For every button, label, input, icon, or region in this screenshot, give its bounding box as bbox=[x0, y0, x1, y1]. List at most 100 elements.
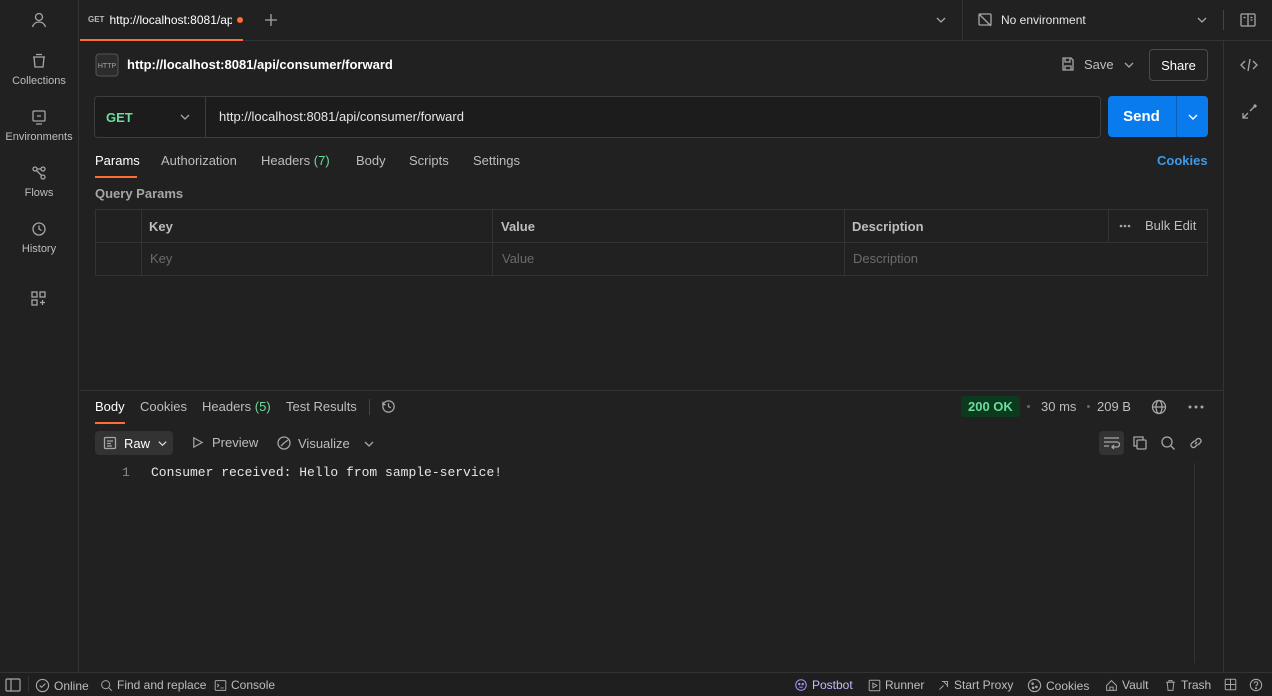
tab-headers-count: (7) bbox=[313, 153, 330, 168]
vault-button[interactable]: Vault bbox=[1105, 678, 1148, 692]
code-snippet-icon[interactable] bbox=[1240, 57, 1258, 73]
trash-button[interactable]: Trash bbox=[1164, 678, 1211, 692]
response-tab-test-results[interactable]: Test Results bbox=[286, 399, 357, 414]
send-dropdown-button[interactable] bbox=[1176, 96, 1208, 137]
view-dropdown-icon[interactable] bbox=[363, 438, 375, 450]
tab-headers[interactable]: Headers (7) bbox=[261, 153, 330, 168]
environment-dropdown-icon[interactable] bbox=[1196, 14, 1208, 26]
response-tab-body[interactable]: Body bbox=[95, 399, 125, 414]
tab-scripts[interactable]: Scripts bbox=[409, 153, 449, 168]
more-options-icon[interactable] bbox=[1119, 224, 1131, 228]
tab-authorization[interactable]: Authorization bbox=[161, 153, 237, 168]
cookie-icon bbox=[1027, 678, 1042, 693]
url-input[interactable]: http://localhost:8081/api/consumer/forwa… bbox=[219, 109, 464, 124]
request-tab[interactable]: GET http://localhost:8081/ap bbox=[80, 0, 243, 41]
method-select[interactable]: GET bbox=[95, 97, 206, 137]
send-button[interactable]: Send bbox=[1108, 96, 1175, 137]
active-tab-indicator bbox=[95, 176, 137, 178]
preview-label: Preview bbox=[212, 435, 259, 450]
bulk-edit-button[interactable]: Bulk Edit bbox=[1145, 218, 1196, 233]
preview-button[interactable]: Preview bbox=[191, 435, 258, 450]
visualize-button[interactable]: Visualize bbox=[276, 435, 350, 451]
sidebar-item-label: History bbox=[21, 243, 57, 255]
help-icon[interactable] bbox=[1249, 678, 1263, 692]
status-bar: Online Find and replace Console Postbot … bbox=[0, 672, 1272, 696]
more-options-icon[interactable] bbox=[1188, 405, 1204, 409]
response-scrollbar[interactable] bbox=[1194, 463, 1208, 663]
save-button[interactable]: Save bbox=[1060, 56, 1114, 72]
divider bbox=[369, 399, 370, 415]
raw-view-button[interactable]: Raw bbox=[95, 431, 173, 455]
layout-icon[interactable] bbox=[1224, 678, 1237, 691]
add-workbench-icon[interactable] bbox=[30, 290, 48, 308]
line-number: 1 bbox=[122, 465, 130, 480]
response-time[interactable]: 30 ms bbox=[1041, 399, 1076, 414]
tab-params[interactable]: Params bbox=[95, 153, 140, 168]
trash-icon bbox=[1166, 679, 1175, 691]
user-icon[interactable] bbox=[29, 10, 49, 30]
save-dropdown-icon[interactable] bbox=[1123, 59, 1135, 71]
search-icon bbox=[101, 679, 113, 691]
console-icon bbox=[214, 679, 227, 691]
svg-text:HTTP: HTTP bbox=[98, 63, 117, 70]
tab-body[interactable]: Body bbox=[356, 153, 386, 168]
response-size[interactable]: 209 B bbox=[1097, 399, 1131, 414]
http-request-icon: HTTP bbox=[95, 53, 119, 77]
sidebar-item-environments[interactable]: Environments bbox=[0, 108, 78, 160]
left-sidebar: Collections Environments Flows History bbox=[0, 0, 79, 672]
status-badge[interactable]: 200 OK bbox=[961, 396, 1020, 417]
response-divider[interactable] bbox=[80, 390, 1223, 391]
cookies-label: Cookies bbox=[1046, 678, 1090, 693]
flows-icon bbox=[32, 166, 46, 180]
response-tab-cookies[interactable]: Cookies bbox=[140, 399, 187, 414]
response-tab-headers[interactable]: Headers (5) bbox=[202, 399, 271, 414]
toggle-sidebar-icon[interactable] bbox=[5, 678, 21, 692]
visualize-label: Visualize bbox=[298, 435, 350, 451]
request-name[interactable]: http://localhost:8081/api/consumer/forwa… bbox=[127, 57, 393, 72]
sidebar-item-label: Collections bbox=[12, 75, 66, 87]
sidebar-item-collections[interactable]: Collections bbox=[0, 52, 78, 104]
console-button[interactable]: Console bbox=[214, 678, 275, 692]
play-icon bbox=[193, 436, 204, 449]
find-and-replace-button[interactable]: Find and replace bbox=[100, 678, 206, 692]
environment-quick-look-icon[interactable] bbox=[1239, 11, 1257, 29]
cookies-link[interactable]: Cookies bbox=[1157, 153, 1208, 168]
tab-settings[interactable]: Settings bbox=[473, 153, 520, 168]
no-environment-icon bbox=[978, 13, 992, 27]
link-icon[interactable] bbox=[1188, 435, 1204, 451]
query-params-table: Key Value Description Bulk Edit Key Valu… bbox=[95, 209, 1208, 276]
sidebar-item-flows[interactable]: Flows bbox=[0, 164, 78, 216]
vault-icon bbox=[1106, 679, 1117, 691]
console-label: Console bbox=[231, 678, 276, 692]
wrap-lines-button[interactable] bbox=[1099, 431, 1124, 455]
globe-icon[interactable] bbox=[1151, 399, 1167, 415]
raw-label: Raw bbox=[124, 435, 151, 451]
copy-icon[interactable] bbox=[1132, 435, 1148, 451]
postbot-button[interactable]: Postbot bbox=[794, 678, 853, 692]
chevron-down-icon bbox=[1188, 114, 1197, 120]
response-body-text[interactable]: Consumer received: Hello from sample-ser… bbox=[151, 465, 502, 480]
tabs-dropdown-icon[interactable] bbox=[935, 14, 947, 26]
raw-format-icon bbox=[103, 436, 117, 450]
value-input[interactable]: Value bbox=[502, 251, 534, 266]
share-button[interactable]: Share bbox=[1149, 49, 1208, 81]
environment-selector[interactable]: No environment bbox=[977, 12, 1086, 28]
runner-label: Runner bbox=[885, 678, 925, 692]
key-input[interactable]: Key bbox=[150, 251, 172, 266]
runner-icon bbox=[868, 679, 881, 691]
sidebar-item-history[interactable]: History bbox=[0, 220, 78, 272]
related-collections-icon[interactable] bbox=[1240, 103, 1258, 121]
search-icon[interactable] bbox=[1160, 435, 1176, 451]
column-header-key: Key bbox=[149, 219, 173, 234]
start-proxy-button[interactable]: Start Proxy bbox=[937, 678, 1013, 692]
new-tab-icon[interactable] bbox=[263, 12, 279, 28]
vault-label: Vault bbox=[1122, 678, 1149, 692]
cookies-button[interactable]: Cookies bbox=[1027, 678, 1089, 693]
online-label: Online bbox=[54, 678, 89, 693]
runner-button[interactable]: Runner bbox=[868, 678, 924, 692]
response-history-icon[interactable] bbox=[380, 398, 397, 415]
history-icon bbox=[32, 222, 46, 236]
chevron-down-icon bbox=[180, 114, 190, 120]
description-input[interactable]: Description bbox=[853, 251, 918, 266]
online-status[interactable]: Online bbox=[35, 678, 89, 693]
